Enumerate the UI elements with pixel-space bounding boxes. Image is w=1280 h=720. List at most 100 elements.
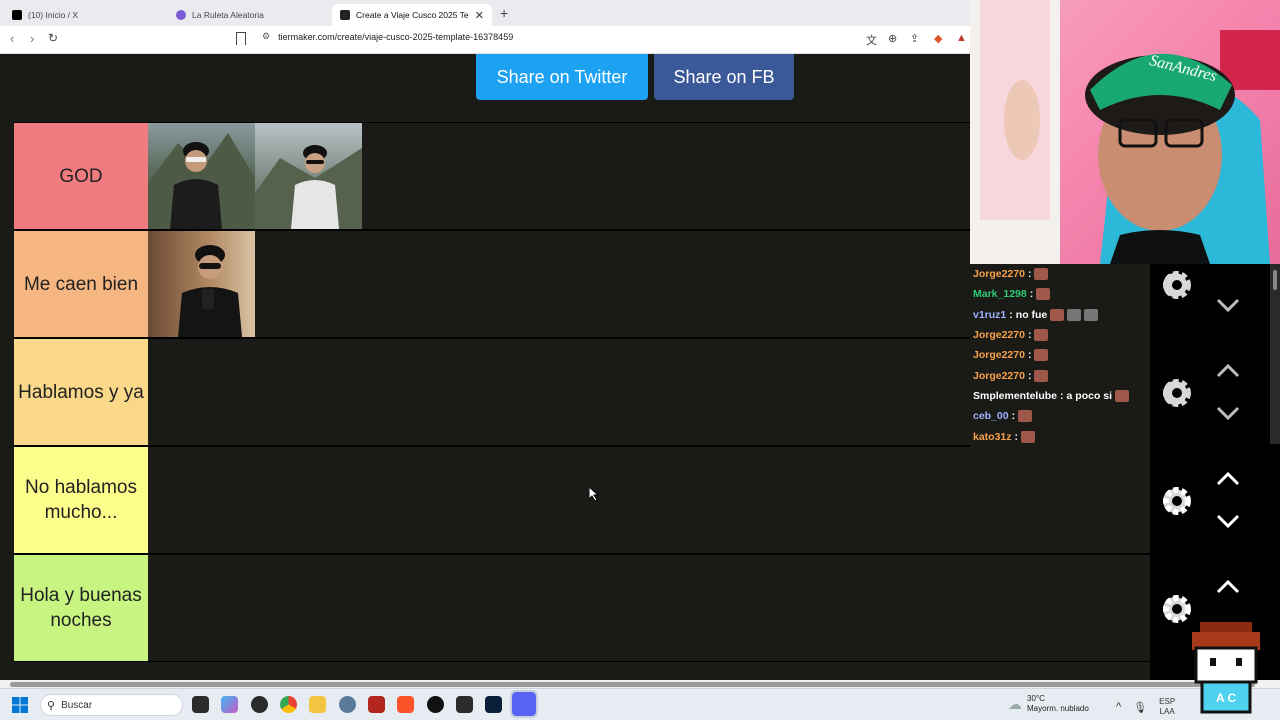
tab-tiermaker[interactable]: Create a Viaje Cusco 2025 Templ ✕ [332,4,492,26]
chat-message: Mark_1298: [970,284,1150,304]
browser-toolbar: ‹ › ↻ ⚙ tiermaker.com/create/viaje-cusco… [0,26,970,54]
chat-username[interactable]: v1ruz1 [973,309,1006,321]
chevron-up-icon[interactable] [1216,580,1240,594]
tier-label[interactable]: Hablamos y ya [14,339,148,445]
address-bar[interactable]: ⚙ tiermaker.com/create/viaje-cusco-2025-… [262,31,513,42]
chat-username[interactable]: Jorge2270 [973,268,1025,280]
site-info-icon[interactable]: ⚙ [262,31,270,42]
person-photo-2[interactable] [255,123,362,229]
task-view-icon[interactable] [192,696,209,713]
settings-icon[interactable] [339,696,356,713]
chat-separator: : [1009,308,1013,321]
scrollbar-thumb[interactable] [1273,270,1277,290]
chevron-down-icon[interactable] [1216,514,1240,528]
tier-row-hola-y-buenas-noches: Hola y buenas noches [14,554,1150,662]
chat-text: no fue [1015,308,1048,321]
chevron-down-icon[interactable] [1216,406,1240,420]
reload-icon[interactable]: ↻ [48,31,58,45]
chat-emote-icon [1084,308,1099,321]
chrome-icon[interactable] [280,696,297,713]
taskbar-search[interactable]: ⚲ Buscar [40,694,183,716]
chat-username[interactable]: kato31z [973,431,1012,443]
chat-text: a poco si [1066,389,1113,402]
tier-label[interactable]: GOD [14,123,148,229]
back-icon[interactable]: ‹ [10,31,14,46]
close-tab-icon[interactable]: ✕ [475,9,484,22]
new-tab-button[interactable]: + [500,5,508,21]
search-icon: ⚲ [47,699,56,712]
photoshop-icon[interactable] [485,696,502,713]
horizontal-scrollbar[interactable] [0,680,1280,688]
tier-items[interactable] [148,447,1150,553]
tiermaker-favicon-icon [340,10,350,20]
chat-username[interactable]: Jorge2270 [973,370,1025,382]
tab-x[interactable]: (10) Inicio / X [4,4,164,26]
copilot-icon[interactable] [221,696,238,713]
bookmark-icon[interactable] [236,32,246,45]
tiktok-icon[interactable] [427,696,444,713]
chat-username[interactable]: Jorge2270 [973,329,1025,341]
chat-message: Jorge2270: [970,325,1150,345]
capcut-icon[interactable] [456,696,473,713]
chat-separator: : [1027,329,1032,342]
forward-icon[interactable]: › [30,31,34,46]
chat-emote-icon [1034,369,1049,382]
weather-widget[interactable]: ☁ 30°C Mayorm. nublado [1008,694,1089,714]
chevron-up-icon[interactable] [1216,364,1240,378]
brave-shield-icon[interactable]: ◆ [934,32,942,45]
url-text: tiermaker.com/create/viaje-cusco-2025-te… [278,31,514,42]
weather-temp: 30°C [1027,694,1045,703]
person-photo-1[interactable] [148,123,255,229]
chat-emote-icon [1115,389,1130,402]
stream-chat: Jorge2270: Mark_1298: v1ruz1: no fue Jorge22… [970,264,1150,450]
windows-start-icon[interactable] [12,697,28,713]
microphone-icon[interactable]: 🎙 [1133,701,1147,714]
person-photo-3[interactable] [148,231,255,337]
tab-ruleta[interactable]: La Ruleta Aleatoria [168,4,328,26]
chat-separator: : [1060,389,1064,402]
language-indicator[interactable]: ESP LAA [1159,697,1175,717]
chevron-up-icon[interactable]: ^ [1116,701,1121,713]
zoom-icon[interactable]: ⊕ [888,32,897,45]
gear-icon[interactable] [1160,484,1194,518]
tier-label[interactable]: Me caen bien [14,231,148,337]
brave-rewards-icon[interactable]: ▲ [956,32,967,44]
browser-tab-bar: (10) Inicio / X La Ruleta Aleatoria Crea… [0,0,970,26]
tier-label[interactable]: Hola y buenas noches [14,555,148,661]
chevron-up-icon[interactable] [1216,472,1240,486]
chat-emote-icon [1034,268,1049,281]
tier-label[interactable]: No hablamos mucho... [14,447,148,553]
obs-icon[interactable] [251,696,268,713]
share-fb-button[interactable]: Share on FB [654,54,794,100]
gear-icon[interactable] [1160,592,1194,626]
file-explorer-icon[interactable] [309,696,326,713]
chat-message: kato31z: [970,426,1150,446]
chat-message: ceb_00: [970,406,1150,426]
system-tray: ^ 🎙 ESP LAA [1116,697,1175,717]
chevron-down-icon[interactable] [1216,298,1240,312]
chat-message: Jorge2270: [970,365,1150,385]
chat-message: Smplementelube: a poco si [970,386,1150,406]
lang-top: ESP [1159,697,1176,706]
chat-separator: : [1027,369,1032,382]
chat-scrollbar[interactable] [1270,264,1280,444]
chat-emote-icon [1018,410,1033,423]
voice-app-icon[interactable] [368,696,385,713]
gear-icon[interactable] [1160,376,1194,410]
discord-icon[interactable] [510,690,538,718]
scrollbar-thumb[interactable] [10,682,1255,687]
chat-username[interactable]: ceb_00 [973,410,1009,422]
brave-icon[interactable] [397,696,414,713]
share-icon[interactable]: ⇪ [910,32,919,45]
translate-icon[interactable]: 文 [866,32,877,48]
overlay-controls [1150,264,1280,680]
chat-message: Jorge2270: [970,264,1150,284]
gear-icon[interactable] [1160,268,1194,302]
chat-username[interactable]: Mark_1298 [973,288,1027,300]
chat-emote-icon [1034,349,1049,362]
chat-username[interactable]: Smplementelube [973,390,1057,402]
tier-items[interactable] [148,555,1150,661]
chat-username[interactable]: Jorge2270 [973,349,1025,361]
share-twitter-button[interactable]: Share on Twitter [476,54,648,100]
windows-taskbar: ⚲ Buscar ☁ 30°C Mayorm. nublado ^ 🎙 ESP … [0,688,1280,720]
